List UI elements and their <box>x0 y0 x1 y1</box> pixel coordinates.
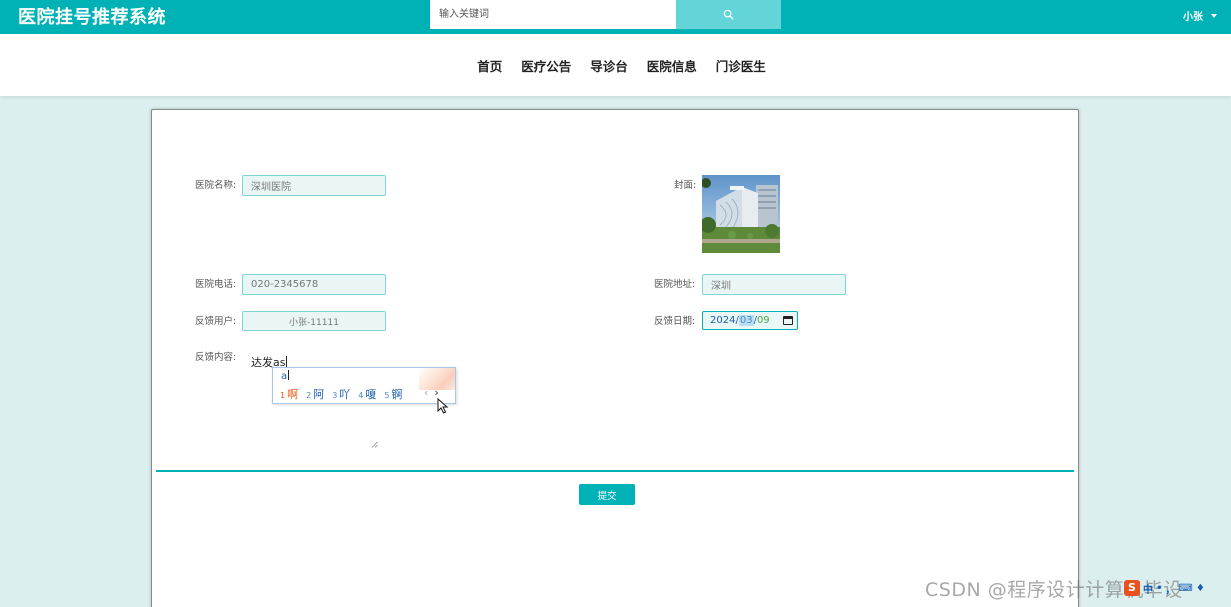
ime-toolbar-item[interactable]: • <box>1156 583 1162 594</box>
nav-item-announcements[interactable]: 医疗公告 <box>521 56 571 75</box>
hospital-name-label: 医院名称: <box>195 180 237 191</box>
ime-composition-text: a <box>281 371 288 382</box>
search-input[interactable] <box>430 0 676 29</box>
ime-caret <box>288 370 290 380</box>
ime-candidate[interactable]: 1啊 <box>280 386 298 402</box>
app-title: 医院挂号推荐系统 <box>18 7 166 28</box>
phone-label: 医院电话: <box>195 279 237 290</box>
caret-down-icon <box>1211 13 1217 18</box>
ime-candidate-number: 1 <box>280 391 286 400</box>
date-day: 09 <box>756 315 770 326</box>
search-button[interactable] <box>676 0 781 29</box>
ime-candidate-number: 2 <box>306 391 312 400</box>
ime-toolbar-item[interactable]: ， <box>1165 581 1175 596</box>
ime-candidate-text: 啊 <box>287 388 299 401</box>
ime-candidate-text: 阿 <box>313 388 325 401</box>
cover-label: 封面: <box>674 180 697 191</box>
ime-candidate-text: 吖 <box>339 388 351 401</box>
ime-toolbar[interactable]: S 中 • ， ⌨ ♦ <box>1124 580 1205 596</box>
nav-item-home[interactable]: 首页 <box>477 56 502 75</box>
ime-candidate[interactable]: 3吖 <box>332 386 350 402</box>
ime-candidate-number: 4 <box>358 391 364 400</box>
ime-composition: a <box>281 370 290 382</box>
hospital-name-field[interactable] <box>242 175 386 196</box>
hospital-building-image <box>702 175 780 253</box>
search-icon <box>723 9 734 20</box>
nav-item-outpatient-doctors[interactable]: 门诊医生 <box>716 56 766 75</box>
ime-candidate[interactable]: 2阿 <box>306 386 324 402</box>
feedback-form-card: 医院名称: 封面: <box>151 109 1079 607</box>
nav-item-hospital-info[interactable]: 医院信息 <box>647 56 697 75</box>
ime-toolbar-item[interactable]: 中 <box>1143 581 1153 596</box>
nav-item-guide-desk[interactable]: 导诊台 <box>590 56 628 75</box>
feedback-user-field[interactable] <box>242 311 386 331</box>
ime-toolbar-item[interactable]: ♦ <box>1196 583 1205 594</box>
sogou-logo-icon: S <box>1124 580 1140 596</box>
submit-button[interactable]: 提交 <box>579 484 635 505</box>
ime-toolbar-item[interactable]: ⌨ <box>1178 583 1192 594</box>
date-month: 03 <box>738 315 754 326</box>
feedback-date-field[interactable]: 2024/03/09 <box>702 311 798 330</box>
cover-image <box>702 175 780 253</box>
mouse-cursor-icon <box>437 398 449 414</box>
main-nav: 首页 医疗公告 导诊台 医院信息 门诊医生 <box>0 34 1231 96</box>
nav-list: 首页 医疗公告 导诊台 医院信息 门诊医生 <box>477 56 766 75</box>
ime-candidate-number: 3 <box>332 391 338 400</box>
top-bar: 医院挂号推荐系统 小张 <box>0 0 1231 34</box>
feedback-content-label: 反馈内容: <box>195 352 237 363</box>
user-name: 小张 <box>1183 12 1203 23</box>
resize-handle-icon[interactable] <box>371 441 378 448</box>
ime-candidate-text: 锕 <box>391 388 403 401</box>
ime-candidate[interactable]: 4嗄 <box>358 386 376 402</box>
ime-prev-page-button[interactable]: ‹ <box>424 386 428 399</box>
date-year: 2024 <box>710 315 736 326</box>
feedback-date-label: 反馈日期: <box>654 316 696 327</box>
address-label: 医院地址: <box>654 279 696 290</box>
ime-candidate-number: 5 <box>384 391 390 400</box>
calendar-icon[interactable] <box>783 316 793 325</box>
user-menu[interactable]: 小张 <box>1183 8 1217 23</box>
address-field[interactable] <box>702 274 846 295</box>
ime-candidate-popup: a 1啊 2阿 3吖 4嗄 5锕 ‹ › <box>272 367 456 404</box>
phone-field[interactable] <box>242 274 386 295</box>
ime-candidate-text: 嗄 <box>365 388 377 401</box>
ime-candidate-list: 1啊 2阿 3吖 4嗄 5锕 <box>280 386 402 402</box>
feedback-user-label: 反馈用户: <box>195 316 237 327</box>
form-divider <box>156 470 1074 472</box>
ime-candidate[interactable]: 5锕 <box>384 386 402 402</box>
